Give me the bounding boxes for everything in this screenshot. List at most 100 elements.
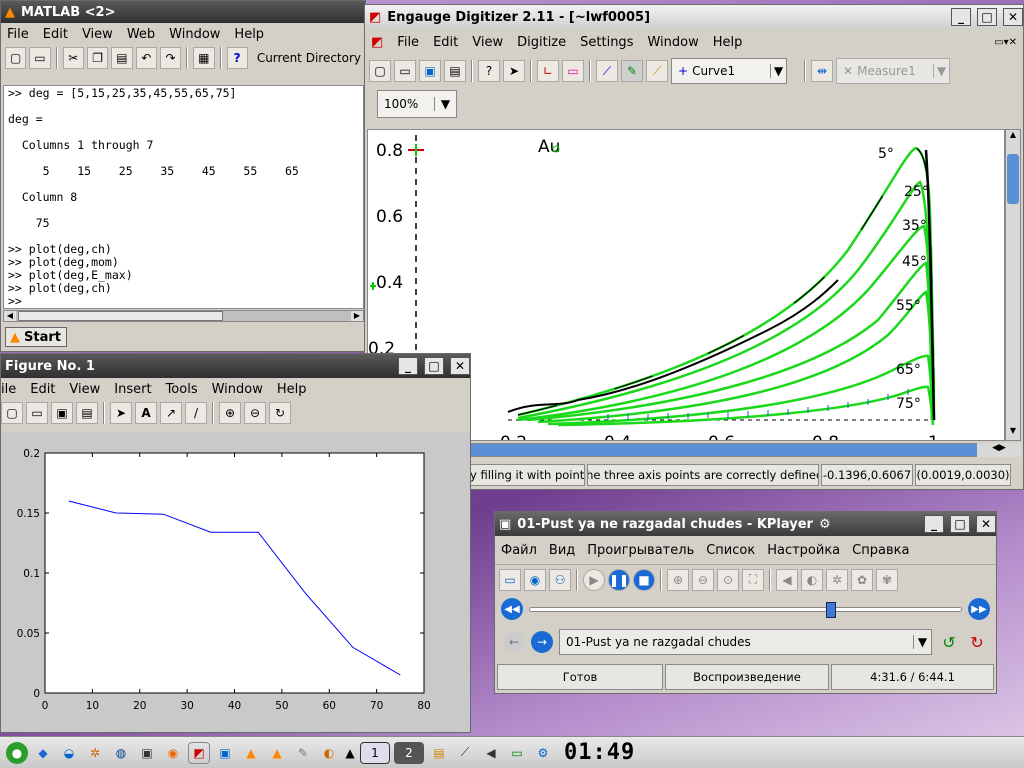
new-file-icon[interactable]: ▢ xyxy=(5,47,27,69)
scroll-up-arrow[interactable]: ▲ xyxy=(1006,130,1020,144)
axis-point-icon[interactable]: ∟ xyxy=(537,60,559,82)
figure-task-icon[interactable]: ▲ xyxy=(266,742,288,764)
add-to-playlist-icon[interactable]: ↺ xyxy=(938,631,960,653)
menu-player[interactable]: Проигрыватель xyxy=(587,543,694,558)
progress-slider[interactable] xyxy=(529,602,962,618)
clipboard-icon[interactable]: ▤ xyxy=(428,742,450,764)
close-button[interactable]: ✕ xyxy=(976,515,996,533)
firefox-icon[interactable]: ◉ xyxy=(162,742,184,764)
minimize-button[interactable]: _ xyxy=(951,8,971,26)
menu-file[interactable]: Файл xyxy=(501,543,537,558)
cut-icon[interactable]: ✂ xyxy=(62,47,84,69)
playlist-select[interactable]: 01-Pust ya ne razgadal chudes ▼ xyxy=(559,629,932,655)
maximize-button[interactable]: □ xyxy=(950,515,970,533)
pointer-icon[interactable]: ➤ xyxy=(503,60,525,82)
slider-thumb[interactable] xyxy=(826,602,837,618)
maximize-button[interactable]: □ xyxy=(977,8,997,26)
mdi-controls[interactable]: ▭▾✕ xyxy=(994,37,1017,48)
close-button[interactable]: ✕ xyxy=(1003,8,1023,26)
task-icon[interactable]: ◐ xyxy=(318,742,340,764)
globe-icon[interactable]: ◍ xyxy=(110,742,132,764)
save-icon[interactable]: ▣ xyxy=(51,402,73,424)
redo-icon[interactable]: ↷ xyxy=(159,47,182,69)
terminal-icon[interactable]: ▣ xyxy=(136,742,158,764)
scroll-left-arrow[interactable]: ◀ xyxy=(4,311,16,321)
rotate-icon[interactable]: ↻ xyxy=(269,402,291,424)
fullscreen-icon[interactable]: ⛶ xyxy=(742,568,764,591)
desktop-2[interactable]: 2 xyxy=(394,741,424,764)
point-match-icon[interactable]: ⟋ xyxy=(646,60,668,82)
engauge-titlebar[interactable]: ◩ Engauge Digitizer 2.11 - [~lwf0005] _ … xyxy=(365,5,1023,29)
save-icon[interactable]: ▣ xyxy=(419,60,441,82)
line-tool-icon[interactable]: / xyxy=(185,402,207,424)
menu-settings[interactable]: Settings xyxy=(580,35,633,50)
menu-view[interactable]: Вид xyxy=(549,543,575,558)
open-folder-icon[interactable]: ▭ xyxy=(29,47,51,69)
curve-select[interactable]: + Curve1 ▼ xyxy=(671,58,787,84)
open-folder-icon[interactable]: ▭ xyxy=(394,60,416,82)
whats-this-icon[interactable]: ? xyxy=(478,60,500,82)
menu-help[interactable]: Help xyxy=(713,35,743,50)
horizontal-scrollbar[interactable]: ◀ ▶ xyxy=(3,310,364,322)
minimize-button[interactable]: _ xyxy=(924,515,944,533)
paste-icon[interactable]: ▤ xyxy=(111,47,133,69)
menu-help[interactable]: Help xyxy=(277,382,307,397)
scroll-right-arrow[interactable]: ▶ xyxy=(351,311,363,321)
seek-back-icon[interactable]: ◀◀ xyxy=(501,598,523,620)
open-folder-icon[interactable]: ▭ xyxy=(499,568,521,591)
contrast-icon[interactable]: ◐ xyxy=(801,568,823,591)
scroll-thumb[interactable] xyxy=(18,311,223,321)
hue-icon[interactable]: ✿ xyxy=(851,568,873,591)
kmenu-icon[interactable]: ● xyxy=(6,741,28,764)
zoom-out-icon[interactable]: ⊖ xyxy=(244,402,266,424)
menu-file[interactable]: File xyxy=(7,27,29,42)
start-button[interactable]: ▲ Start xyxy=(5,327,67,347)
brightness-icon[interactable]: ✲ xyxy=(826,568,848,591)
kplayer-task-icon[interactable]: ▣ xyxy=(214,742,236,764)
menu-file[interactable]: File xyxy=(397,35,419,50)
open-device-icon[interactable]: ⚇ xyxy=(549,568,571,591)
new-figure-icon[interactable]: ▢ xyxy=(1,402,23,424)
menu-view[interactable]: View xyxy=(472,35,503,50)
previous-icon[interactable]: ← xyxy=(503,631,525,653)
pause-icon[interactable]: ❚❚ xyxy=(608,568,630,591)
monitor-icon[interactable]: ▭ xyxy=(506,742,528,764)
matlab-task-icon[interactable]: ▲ xyxy=(240,742,262,764)
print-icon[interactable]: ▤ xyxy=(76,402,98,424)
saturation-icon[interactable]: ✾ xyxy=(876,568,898,591)
arrow-tool-icon[interactable]: ↗ xyxy=(160,402,182,424)
menu-playlist[interactable]: Список xyxy=(706,543,755,558)
remove-from-playlist-icon[interactable]: ↻ xyxy=(966,631,988,653)
volume-icon[interactable]: ◀ xyxy=(480,742,502,764)
clock[interactable]: 01:49 xyxy=(564,740,635,765)
menu-edit[interactable]: Edit xyxy=(43,27,68,42)
menu-view[interactable]: View xyxy=(69,382,100,397)
volume-icon[interactable]: ◀ xyxy=(776,568,798,591)
menu-window[interactable]: Window xyxy=(647,35,698,50)
scroll-down-arrow[interactable]: ▼ xyxy=(1006,426,1020,440)
menu-digitize[interactable]: Digitize xyxy=(517,35,566,50)
stop-icon[interactable]: ■ xyxy=(633,568,655,591)
menu-window[interactable]: Window xyxy=(212,382,263,397)
help-icon[interactable]: ? xyxy=(226,47,248,69)
seek-forward-icon[interactable]: ▶▶ xyxy=(968,598,990,620)
menu-edit[interactable]: Edit xyxy=(30,382,55,397)
segment-fill-icon[interactable]: ✎ xyxy=(621,60,643,82)
measure-icon[interactable]: ⇹ xyxy=(811,60,833,82)
close-button[interactable]: ✕ xyxy=(450,357,470,375)
minimize-button[interactable]: _ xyxy=(398,357,418,375)
scale-bar-icon[interactable]: ▭ xyxy=(562,60,584,82)
engauge-task-icon[interactable]: ◩ xyxy=(188,741,210,764)
menu-file[interactable]: ile xyxy=(1,382,16,397)
network-icon[interactable]: ⟋ xyxy=(454,742,476,764)
desktop-1-icon[interactable]: 1 xyxy=(360,741,390,764)
new-file-icon[interactable]: ▢ xyxy=(369,60,391,82)
open-folder-icon[interactable]: ▭ xyxy=(26,402,48,424)
taskbar-arrow-icon[interactable]: ▲ xyxy=(344,742,356,764)
scroll-thumb[interactable] xyxy=(1007,154,1019,204)
open-url-icon[interactable]: ◉ xyxy=(524,568,546,591)
horizontal-scrollbar[interactable] xyxy=(469,443,1005,457)
menu-view[interactable]: View xyxy=(82,27,113,42)
settings-icon[interactable]: ⚙ xyxy=(532,742,554,764)
menu-settings[interactable]: Настройка xyxy=(767,543,840,558)
